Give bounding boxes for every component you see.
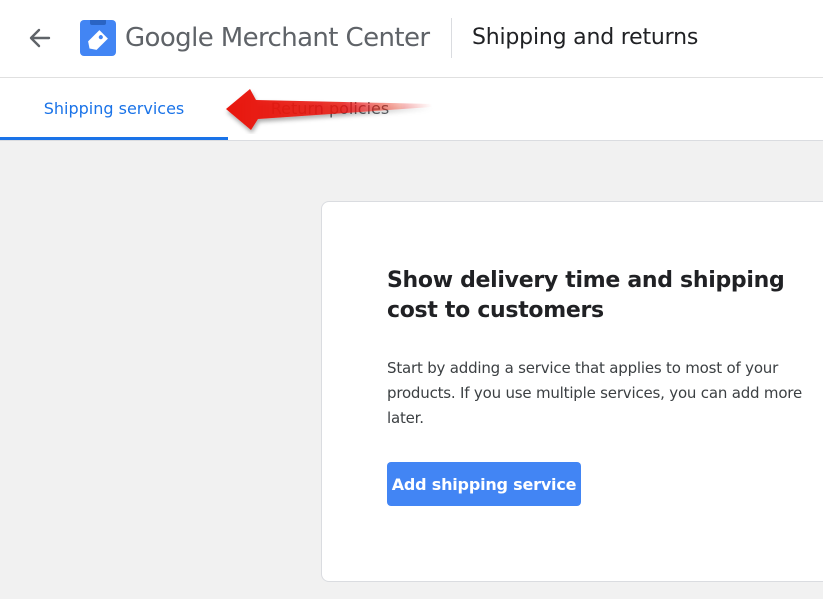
merchant-center-tag-icon <box>80 20 116 56</box>
card-heading: Show delivery time and shipping cost to … <box>387 268 785 323</box>
tab-shipping-services[interactable]: Shipping services <box>0 78 228 140</box>
shipping-empty-state-card: Show delivery time and shipping cost to … <box>321 201 823 582</box>
page-title: Shipping and returns <box>472 25 699 50</box>
app-header: Google Merchant Center Shipping and retu… <box>0 0 823 78</box>
arrow-left-icon <box>29 28 51 48</box>
brand-name: Google Merchant Center <box>125 23 430 53</box>
add-shipping-service-button[interactable]: Add shipping service <box>387 462 581 506</box>
card-description: Start by adding a service that applies t… <box>387 359 802 427</box>
back-button[interactable] <box>24 22 56 54</box>
header-divider <box>451 18 452 58</box>
tab-bar: Shipping services Return policies <box>0 78 823 141</box>
tab-return-policies[interactable]: Return policies <box>228 78 432 140</box>
